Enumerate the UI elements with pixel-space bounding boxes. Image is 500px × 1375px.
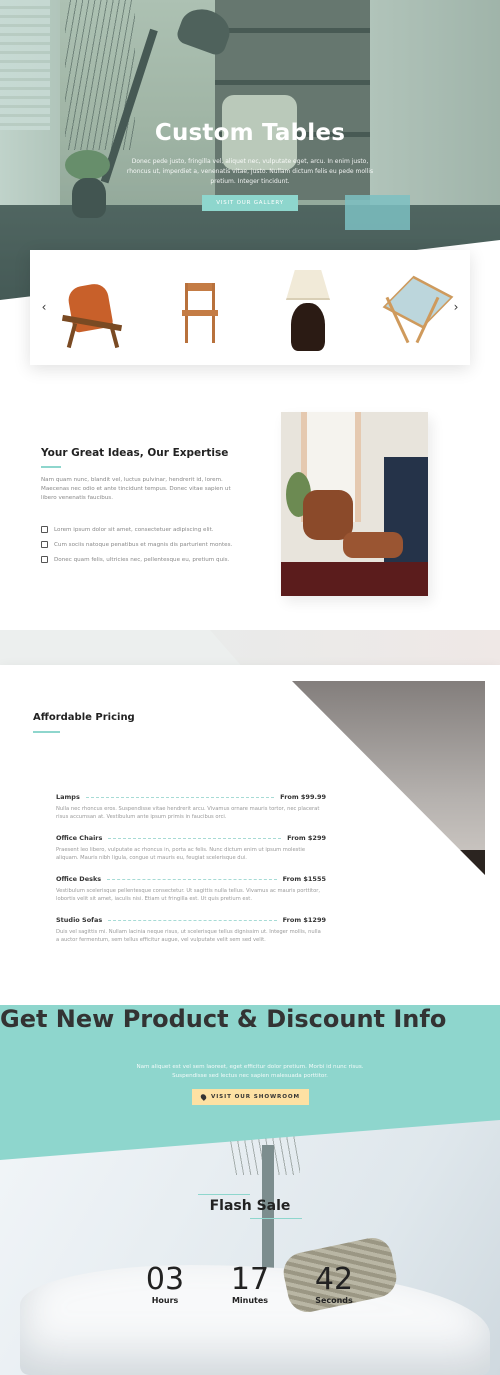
flash-sale-line-bottom xyxy=(250,1218,302,1219)
feature-title-underline xyxy=(41,466,61,468)
list-item: Lorem ipsum dolor sit amet, consectetuer… xyxy=(41,522,271,537)
feature-list: Lorem ipsum dolor sit amet, consectetuer… xyxy=(41,522,271,567)
countdown-minutes-label: Minutes xyxy=(231,1296,269,1305)
price-item-name: Office Desks xyxy=(56,875,102,883)
pricing-title-underline xyxy=(33,731,60,733)
price-list: Lamps From $99.99 Nulla nec rhoncus eros… xyxy=(56,792,326,956)
carousel-next-icon[interactable]: › xyxy=(451,300,461,314)
price-item-leader xyxy=(85,796,275,798)
hero-title: Custom Tables xyxy=(154,120,346,146)
feature-title: Your Great Ideas, Our Expertise xyxy=(41,447,229,459)
feature-description: Nam quam nunc, blandit vel, luctus pulvi… xyxy=(41,477,231,501)
price-item-name: Lamps xyxy=(56,793,80,801)
price-item-desc: Vestibulum scelerisque pellentesque cons… xyxy=(56,888,321,902)
document-icon xyxy=(41,556,48,563)
map-pin-icon xyxy=(199,1093,208,1101)
price-item-name: Studio Sofas xyxy=(56,916,103,924)
carousel-item-beach-chair[interactable] xyxy=(376,265,456,355)
price-item-desc: Duis vel sagittis mi. Nullam lacinia neq… xyxy=(56,929,321,943)
flash-sale-line-top xyxy=(198,1194,250,1195)
price-item-price: From $99.99 xyxy=(280,793,326,801)
visit-showroom-label: VISIT OUR SHOWROOM xyxy=(210,1094,301,1100)
price-item-desc: Praesent leo libero, vulputate ac rhoncu… xyxy=(56,847,306,861)
price-item-price: From $299 xyxy=(287,834,326,842)
price-item-name: Office Chairs xyxy=(56,834,103,842)
visit-showroom-button[interactable]: VISIT OUR SHOWROOM xyxy=(192,1089,309,1105)
carousel-item-wooden-chair[interactable] xyxy=(160,265,240,355)
list-item: Donec quam felis, ultricies nec, pellent… xyxy=(41,552,271,567)
price-item-lamps: Lamps From $99.99 Nulla nec rhoncus eros… xyxy=(56,792,326,833)
document-icon xyxy=(41,541,48,548)
countdown-hours-label: Hours xyxy=(151,1296,179,1305)
price-item-desc: Nulla nec rhoncus eros. Suspendisse vita… xyxy=(56,806,320,820)
carousel-prev-icon[interactable]: ‹ xyxy=(39,300,49,314)
countdown-seconds: 42 Seconds xyxy=(304,1262,364,1306)
carousel-item-table-lamp[interactable] xyxy=(268,265,348,355)
pricing-title: Affordable Pricing xyxy=(33,712,135,723)
price-item-office-chairs: Office Chairs From $299 Praesent leo lib… xyxy=(56,833,326,874)
price-item-leader xyxy=(108,837,282,839)
countdown-minutes: 17 Minutes xyxy=(220,1262,280,1306)
countdown-hours: 03 Hours xyxy=(135,1262,195,1306)
carousel-item-lounge-chair[interactable] xyxy=(52,265,132,355)
visit-gallery-button[interactable]: VISIT OUR GALLERY xyxy=(202,195,298,211)
hero-subtitle: Donec pede justo, fringilla vel, aliquet… xyxy=(126,158,374,185)
countdown-hours-value: 03 xyxy=(145,1262,185,1297)
newsletter-subtitle: Nam aliquet est vel sem laoreet, eget ef… xyxy=(136,1064,364,1079)
price-item-leader xyxy=(108,919,277,921)
list-item: Cum sociis natoque penatibus et magnis d… xyxy=(41,537,271,552)
price-item-leader xyxy=(107,878,277,880)
price-item-office-desks: Office Desks From $1555 Vestibulum scele… xyxy=(56,874,326,915)
price-item-studio-sofas: Studio Sofas From $1299 Duis vel sagitti… xyxy=(56,915,326,956)
feature-photo-lounge-chair xyxy=(281,412,428,596)
countdown-seconds-value: 42 xyxy=(314,1262,354,1297)
price-item-price: From $1299 xyxy=(282,916,326,924)
flash-sale-title: Flash Sale xyxy=(209,1198,291,1214)
newsletter-title: Get New Product & Discount Info xyxy=(0,1005,447,1033)
countdown-minutes-value: 17 xyxy=(230,1262,270,1297)
price-item-price: From $1555 xyxy=(282,875,326,883)
countdown-seconds-label: Seconds xyxy=(315,1296,353,1305)
product-carousel: ‹ › xyxy=(30,250,470,365)
document-icon xyxy=(41,526,48,533)
